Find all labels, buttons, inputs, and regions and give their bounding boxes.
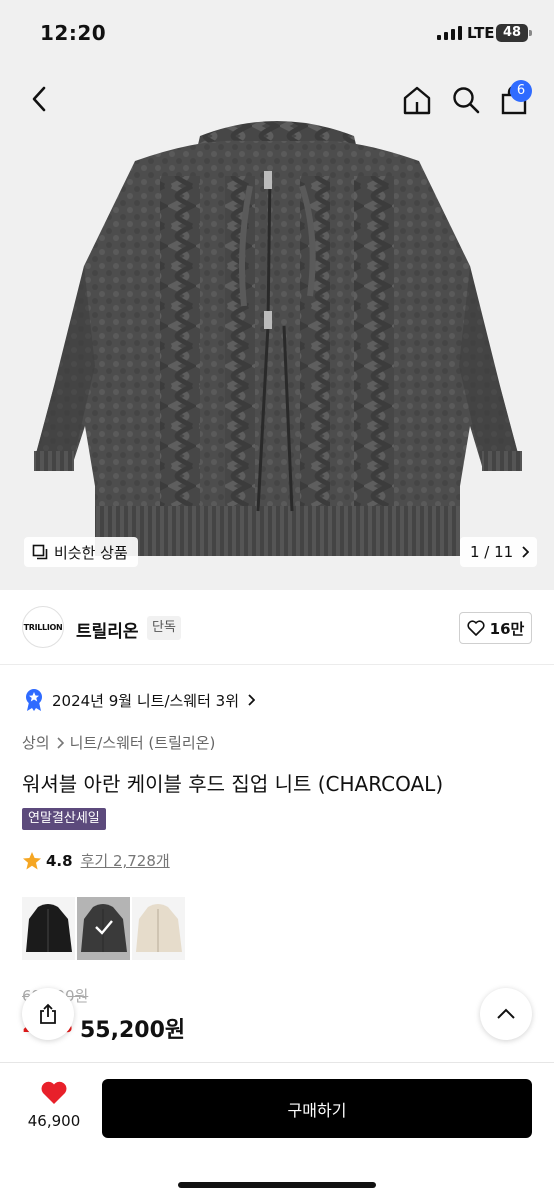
chevron-right-icon	[522, 546, 530, 558]
black-variant-thumbnail	[26, 904, 72, 952]
brand-name[interactable]: 트릴리온	[76, 617, 139, 642]
color-option-ivory[interactable]	[132, 897, 185, 960]
rating-value: 4.8	[46, 851, 73, 870]
star-icon	[23, 851, 41, 869]
share-button[interactable]	[22, 988, 74, 1040]
exclusive-badge: 단독	[147, 616, 181, 640]
image-counter[interactable]: 1 / 11	[460, 537, 538, 567]
search-button[interactable]	[448, 82, 484, 118]
color-option-charcoal[interactable]	[77, 897, 130, 960]
brand-like-count: 16만	[489, 619, 525, 638]
image-counter-text: 1 / 11	[470, 543, 514, 561]
color-options	[22, 897, 185, 960]
battery-icon: 48	[496, 24, 532, 42]
ranking-medal-icon	[26, 689, 42, 711]
scroll-top-button[interactable]	[480, 988, 532, 1040]
wishlist-button[interactable]: 46,900	[20, 1080, 88, 1130]
divider	[0, 664, 554, 665]
heart-outline-icon	[467, 620, 485, 636]
chevron-up-icon	[497, 1008, 515, 1019]
similar-products-label: 비슷한 상품	[54, 543, 128, 562]
review-count-link[interactable]: 후기 2,728개	[81, 850, 170, 871]
status-time: 12:20	[40, 21, 107, 45]
back-button[interactable]	[22, 82, 56, 116]
network-label: LTE	[467, 24, 495, 42]
sale-price: 55,200원	[80, 1018, 186, 1043]
similar-icon	[32, 544, 48, 560]
home-icon	[403, 86, 431, 115]
cart-count-badge: 6	[510, 80, 532, 102]
heart-filled-icon	[41, 1081, 67, 1104]
ranking-text: 2024년 9월 니트/스웨터 3위	[52, 691, 240, 710]
status-bar: 12:20 LTE 48	[0, 0, 554, 66]
brand-logo[interactable]: TRILLION	[22, 606, 64, 648]
chevron-right-icon	[57, 736, 64, 749]
breadcrumb-item-category[interactable]: 상의	[22, 732, 50, 753]
similar-products-button[interactable]: 비슷한 상품	[24, 537, 138, 567]
wishlist-count: 46,900	[27, 1112, 81, 1130]
chevron-right-icon	[248, 694, 256, 706]
sale-event-badge: 연말결산세일	[22, 808, 106, 830]
brand-like-button[interactable]: 16만	[459, 612, 532, 644]
chevron-left-icon	[32, 86, 46, 112]
ivory-variant-thumbnail	[136, 904, 182, 952]
home-button[interactable]	[398, 82, 436, 118]
ranking-link[interactable]: 2024년 9월 니트/스웨터 3위	[24, 687, 256, 713]
product-image-gallery[interactable]	[0, 66, 554, 590]
signal-icon	[437, 26, 462, 40]
breadcrumb-item-subcategory[interactable]: 니트/스웨터 (트릴리온)	[70, 732, 216, 753]
product-title: 워셔블 아란 케이블 후드 집업 니트 (CHARCOAL)	[22, 772, 444, 796]
rating-row[interactable]: 4.8 후기 2,728개	[22, 850, 170, 871]
check-icon	[95, 920, 113, 935]
buy-button[interactable]: 구매하기	[102, 1079, 532, 1138]
product-photo	[34, 121, 522, 556]
color-option-black[interactable]	[22, 897, 75, 960]
breadcrumb: 상의 니트/스웨터 (트릴리온)	[22, 732, 215, 753]
search-icon	[453, 87, 480, 114]
share-icon	[40, 1003, 56, 1024]
home-indicator	[178, 1182, 376, 1188]
